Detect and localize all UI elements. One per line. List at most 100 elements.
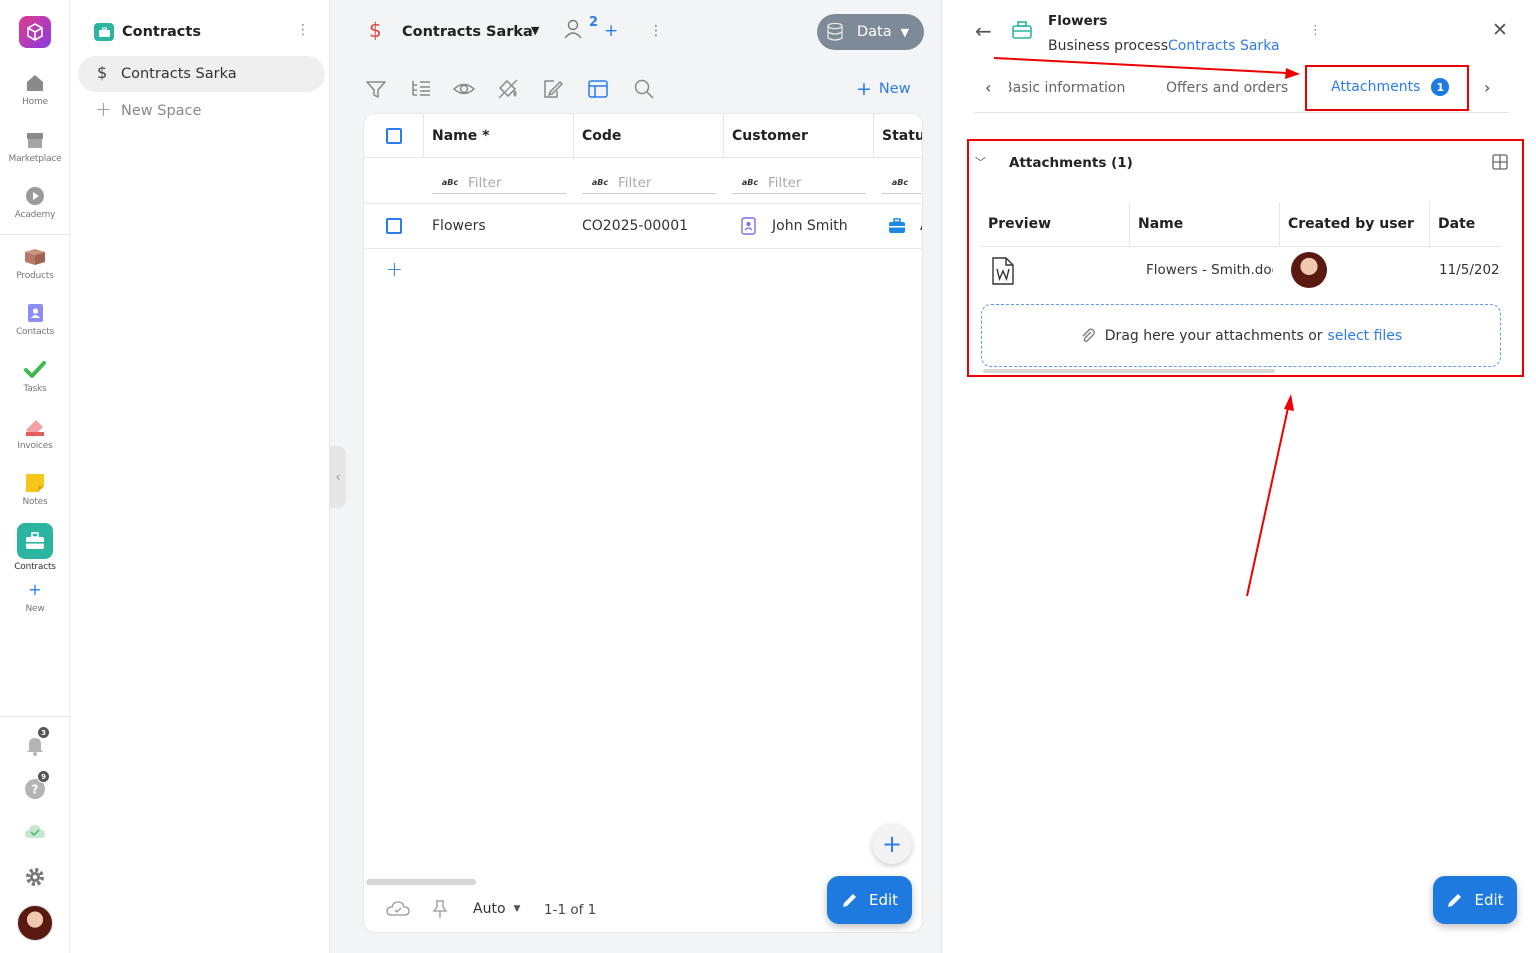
cell-customer[interactable]: John Smith [724, 204, 874, 249]
rail-item-label: Contracts [14, 562, 56, 572]
filter-status-input[interactable]: aBc [882, 172, 922, 194]
paint-bucket-icon[interactable] [496, 77, 520, 101]
tabs-scroll-left-icon[interactable]: ‹ [985, 78, 991, 97]
group-by-icon[interactable] [409, 77, 433, 101]
plus-icon: + [881, 830, 903, 858]
edit-form-icon[interactable] [540, 77, 564, 101]
table-layout-icon[interactable] [586, 77, 610, 101]
cell-status[interactable]: A [874, 204, 922, 249]
business-process-link[interactable]: Contracts Sarka [1168, 38, 1280, 54]
eye-icon[interactable] [452, 77, 476, 101]
rail-item-notes[interactable]: Notes [0, 472, 70, 507]
more-vertical-icon[interactable]: ⋮ [649, 23, 663, 39]
data-view-button[interactable]: Data ▼ [817, 14, 924, 50]
store-icon [27, 133, 43, 148]
filter-cell-status: aBc [874, 158, 922, 204]
tab-offers-and-orders[interactable]: Offers and orders [1166, 80, 1288, 96]
rail-item-contracts[interactable]: Contracts [0, 523, 70, 572]
box-icon [25, 249, 45, 265]
filter-customer-input[interactable]: aBc Filter [732, 172, 866, 194]
select-all-checkbox[interactable] [385, 127, 402, 144]
rail-item-products[interactable]: Products [0, 246, 70, 281]
contact-book-icon [28, 304, 43, 322]
rail-item-academy[interactable]: Academy [0, 185, 70, 220]
filter-placeholder: Filter [468, 174, 502, 191]
text-type-icon: aBc [441, 178, 459, 187]
app-logo[interactable] [19, 16, 51, 48]
add-member-icon[interactable]: + [604, 21, 618, 41]
filter-name-input[interactable]: aBc Filter [432, 172, 566, 194]
row-checkbox[interactable] [386, 218, 402, 234]
rail-item-label: Contacts [15, 327, 55, 337]
tabs-scroll-right-icon[interactable]: › [1484, 78, 1490, 97]
rail-item-tasks[interactable]: Tasks [0, 359, 70, 394]
column-header-status[interactable]: Status [874, 114, 922, 158]
chevron-down-icon: ▼ [900, 25, 910, 39]
check-icon [24, 361, 46, 378]
list-edit-button[interactable]: Edit [827, 876, 912, 924]
pin-icon[interactable] [432, 899, 448, 919]
settings-button[interactable] [24, 866, 46, 888]
search-icon[interactable] [632, 77, 656, 101]
cloud-check-icon [25, 825, 45, 838]
gear-icon [26, 868, 44, 886]
rail-item-home[interactable]: Home [0, 72, 70, 107]
records-grid: Name * Code Customer Status aBc Filter aB… [363, 113, 923, 933]
cloud-icon[interactable] [386, 900, 410, 918]
filter-placeholder: Filter [768, 174, 802, 191]
more-vertical-icon[interactable]: ⋮ [1309, 23, 1322, 38]
filter-cell-name: aBc Filter [424, 158, 574, 204]
rail-item-contacts[interactable]: Contacts [0, 302, 70, 337]
filter-code-input[interactable]: aBc Filter [582, 172, 716, 194]
back-arrow-icon[interactable]: ← [975, 19, 992, 43]
sync-button[interactable] [24, 823, 46, 841]
chevron-down-icon: ▼ [513, 904, 521, 914]
chevron-down-icon[interactable]: ▼ [531, 24, 539, 37]
filter-icon[interactable] [364, 77, 388, 101]
rail-item-new[interactable]: + New [0, 582, 70, 615]
tab-basic-information[interactable]: Basic information [1009, 76, 1134, 102]
new-record-button[interactable]: + New [856, 78, 911, 100]
invoice-icon [26, 420, 44, 437]
avatar[interactable] [17, 905, 53, 941]
rail-item-invoices[interactable]: Invoices [0, 416, 70, 451]
detail-edit-button[interactable]: Edit [1433, 876, 1517, 924]
column-header-code[interactable]: Code [574, 114, 724, 158]
column-header-name[interactable]: Name * [424, 114, 574, 158]
space-item-contracts-sarka[interactable]: $ Contracts Sarka [78, 56, 325, 92]
add-row-icon[interactable]: + [386, 257, 403, 281]
divider [0, 716, 70, 717]
filter-spacer [364, 158, 424, 204]
filter-cell-code: aBc Filter [574, 158, 724, 204]
help-button[interactable]: ? 9 [24, 770, 50, 800]
row-select-cell [364, 204, 424, 249]
more-vertical-icon[interactable]: ⋮ [296, 22, 310, 38]
briefcase-icon [1011, 20, 1033, 40]
spaces-title: Contracts [122, 24, 201, 40]
edit-button-label: Edit [868, 891, 899, 909]
note-icon [26, 474, 44, 492]
members-button[interactable] [563, 18, 583, 40]
tabs-divider [974, 112, 1509, 113]
status-label: A [920, 218, 922, 234]
rail-item-label: Products [16, 271, 54, 281]
dollar-icon: $ [97, 63, 108, 82]
add-record-fab[interactable]: + [872, 824, 912, 864]
rail-item-marketplace[interactable]: Marketplace [0, 129, 70, 164]
close-icon[interactable]: ✕ [1492, 19, 1508, 41]
horizontal-scrollbar[interactable] [366, 879, 476, 885]
collapse-handle[interactable]: ‹ [330, 446, 346, 508]
notifications-button[interactable]: 3 [24, 726, 50, 756]
app-rail: Home Marketplace Academy Products Contac… [0, 0, 70, 953]
rail-item-label: Marketplace [8, 154, 62, 164]
new-space-button[interactable]: + New Space [78, 96, 325, 126]
column-header-customer[interactable]: Customer [724, 114, 874, 158]
rail-item-label: New [25, 604, 45, 614]
cell-code[interactable]: CO2025-00001 [574, 204, 724, 249]
pencil-icon [1448, 894, 1462, 907]
members-count: 2 [589, 15, 599, 30]
cell-name[interactable]: Flowers [424, 204, 574, 249]
refresh-mode-select[interactable]: Auto ▼ [473, 901, 520, 917]
contact-card-icon [741, 217, 756, 235]
rail-item-label: Academy [14, 210, 56, 220]
